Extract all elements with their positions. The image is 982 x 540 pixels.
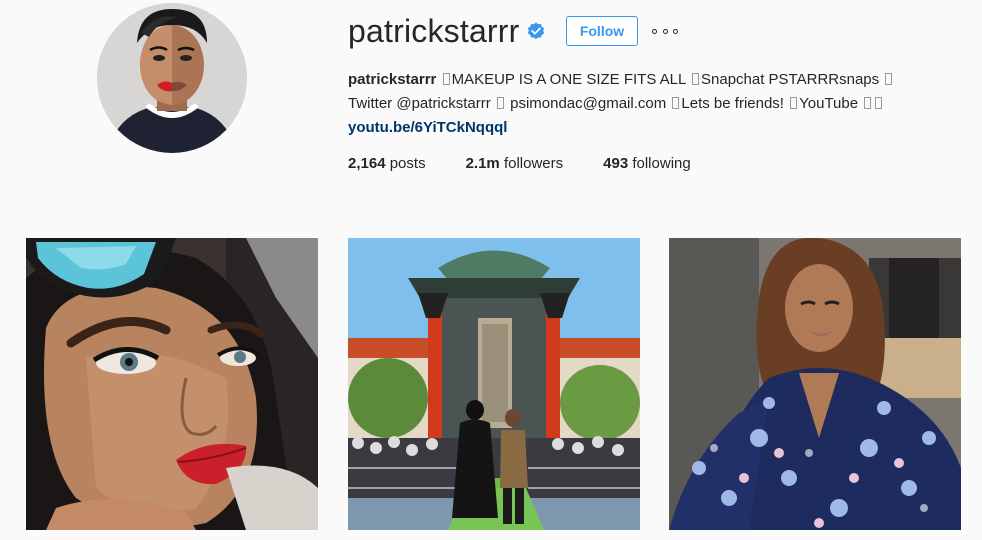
emoji-placeholder: [496, 97, 504, 109]
emoji-placeholder: [790, 97, 798, 109]
emoji-placeholder: [885, 73, 893, 85]
followers-stat[interactable]: 2.1m followers: [466, 154, 564, 174]
emoji-placeholder: [692, 73, 699, 85]
posts-stat: 2,164 posts: [348, 154, 426, 174]
verified-badge-icon: [527, 22, 545, 40]
more-dot: [673, 28, 678, 34]
follow-button[interactable]: Follow: [566, 16, 638, 46]
bio-text: Twitter: [348, 95, 393, 112]
more-dot: [652, 28, 657, 34]
post-image: [669, 238, 961, 530]
profile-username: patrickstarrr: [348, 13, 520, 49]
more-dot: [662, 28, 668, 34]
post-image: [348, 238, 640, 530]
post-thumbnail[interactable]: [348, 238, 640, 530]
profile-avatar[interactable]: [97, 3, 247, 153]
following-stat[interactable]: 493 following: [603, 154, 691, 174]
post-thumbnail[interactable]: [26, 238, 318, 530]
emoji-placeholder: [672, 97, 680, 109]
bio-text: MAKEUP IS A ONE SIZE FITS ALL: [451, 71, 686, 88]
bio-email: psimondac@gmail.com: [510, 95, 667, 112]
following-count: 493: [603, 155, 629, 172]
followers-count: 2.1m: [465, 155, 500, 172]
bio-text: Lets be friends!: [681, 95, 784, 112]
bio-name: patrickstarrr: [348, 71, 437, 88]
profile-bio: patrickstarrr MAKEUP IS A ONE SIZE FITS …: [348, 68, 958, 140]
more-options-icon[interactable]: [652, 22, 678, 40]
bio-text: Snapchat PSTARRRsnaps: [701, 71, 880, 88]
bio-external-link[interactable]: youtu.be/6YiTCkNqqql: [348, 119, 507, 136]
posts-label: posts: [389, 155, 426, 172]
emoji-placeholder: [442, 73, 450, 85]
post-image: [26, 238, 318, 530]
following-label: following: [632, 155, 691, 172]
followers-label: followers: [503, 155, 564, 172]
bio-twitter-handle: @patrickstarrr: [396, 95, 491, 112]
emoji-placeholder: [875, 97, 883, 109]
avatar-image: [97, 3, 247, 153]
profile-stats: 2,164 posts 2.1m followers 493 following: [348, 154, 731, 174]
emoji-placeholder: [864, 97, 872, 109]
profile-page: patrickstarrr Follow patrickstarrr MAKEU…: [0, 0, 982, 540]
bio-text: YouTube: [799, 95, 859, 112]
posts-count: 2,164: [348, 155, 386, 172]
post-thumbnail[interactable]: [669, 238, 961, 530]
